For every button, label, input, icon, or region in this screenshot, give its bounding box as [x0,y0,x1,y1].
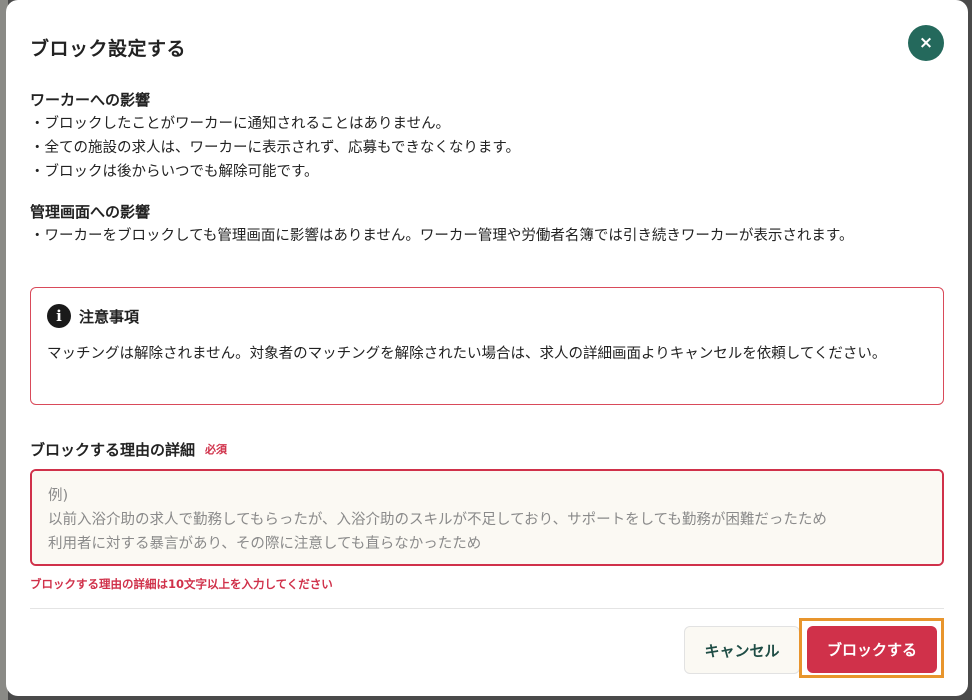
admin-impact-text: ・ワーカーをブロックしても管理画面に影響はありません。ワーカー管理や労働者名簿で… [30,228,854,244]
close-icon: × [918,33,934,53]
close-button[interactable]: × [908,25,944,61]
reason-field-label: ブロックする理由の詳細 必須 [30,438,227,462]
worker-impact-section: ワーカーへの影響 ・ブロックしたことがワーカーに通知されることはありません。 ・… [30,88,942,184]
admin-impact-section: 管理画面への影響 ・ワーカーをブロックしても管理画面に影響はありません。ワーカー… [30,200,942,248]
info-icon: i [47,304,71,328]
required-badge: 必須 [205,443,228,456]
worker-impact-line: ・ブロックしたことがワーカーに通知されることはありません。 [30,116,451,132]
notice-box: i 注意事項 マッチングは解除されません。対象者のマッチングを解除されたい場合は… [30,287,944,405]
modal-title: ブロック設定する [30,38,187,60]
reason-error-message: ブロックする理由の詳細は10文字以上を入力してください [30,577,333,591]
footer-divider [30,608,944,609]
admin-impact-heading: 管理画面への影響 [30,203,151,221]
worker-impact-line: ・全ての施設の求人は、ワーカーに表示されず、応募もできなくなります。 [30,140,520,156]
cancel-button[interactable]: キャンセル [684,626,800,674]
reason-label-text: ブロックする理由の詳細 [30,441,196,459]
block-settings-modal: ブロック設定する × ワーカーへの影響 ・ブロックしたことがワーカーに通知される… [6,0,968,696]
notice-title: 注意事項 [79,307,140,326]
notice-header: i 注意事項 [47,304,927,328]
notice-body: マッチングは解除されません。対象者のマッチングを解除されたい場合は、求人の詳細画… [47,346,887,362]
reason-textarea[interactable] [30,469,944,566]
worker-impact-heading: ワーカーへの影響 [30,91,151,109]
block-submit-button[interactable]: ブロックする [807,626,937,673]
worker-impact-line: ・ブロックは後からいつでも解除可能です。 [30,164,319,180]
